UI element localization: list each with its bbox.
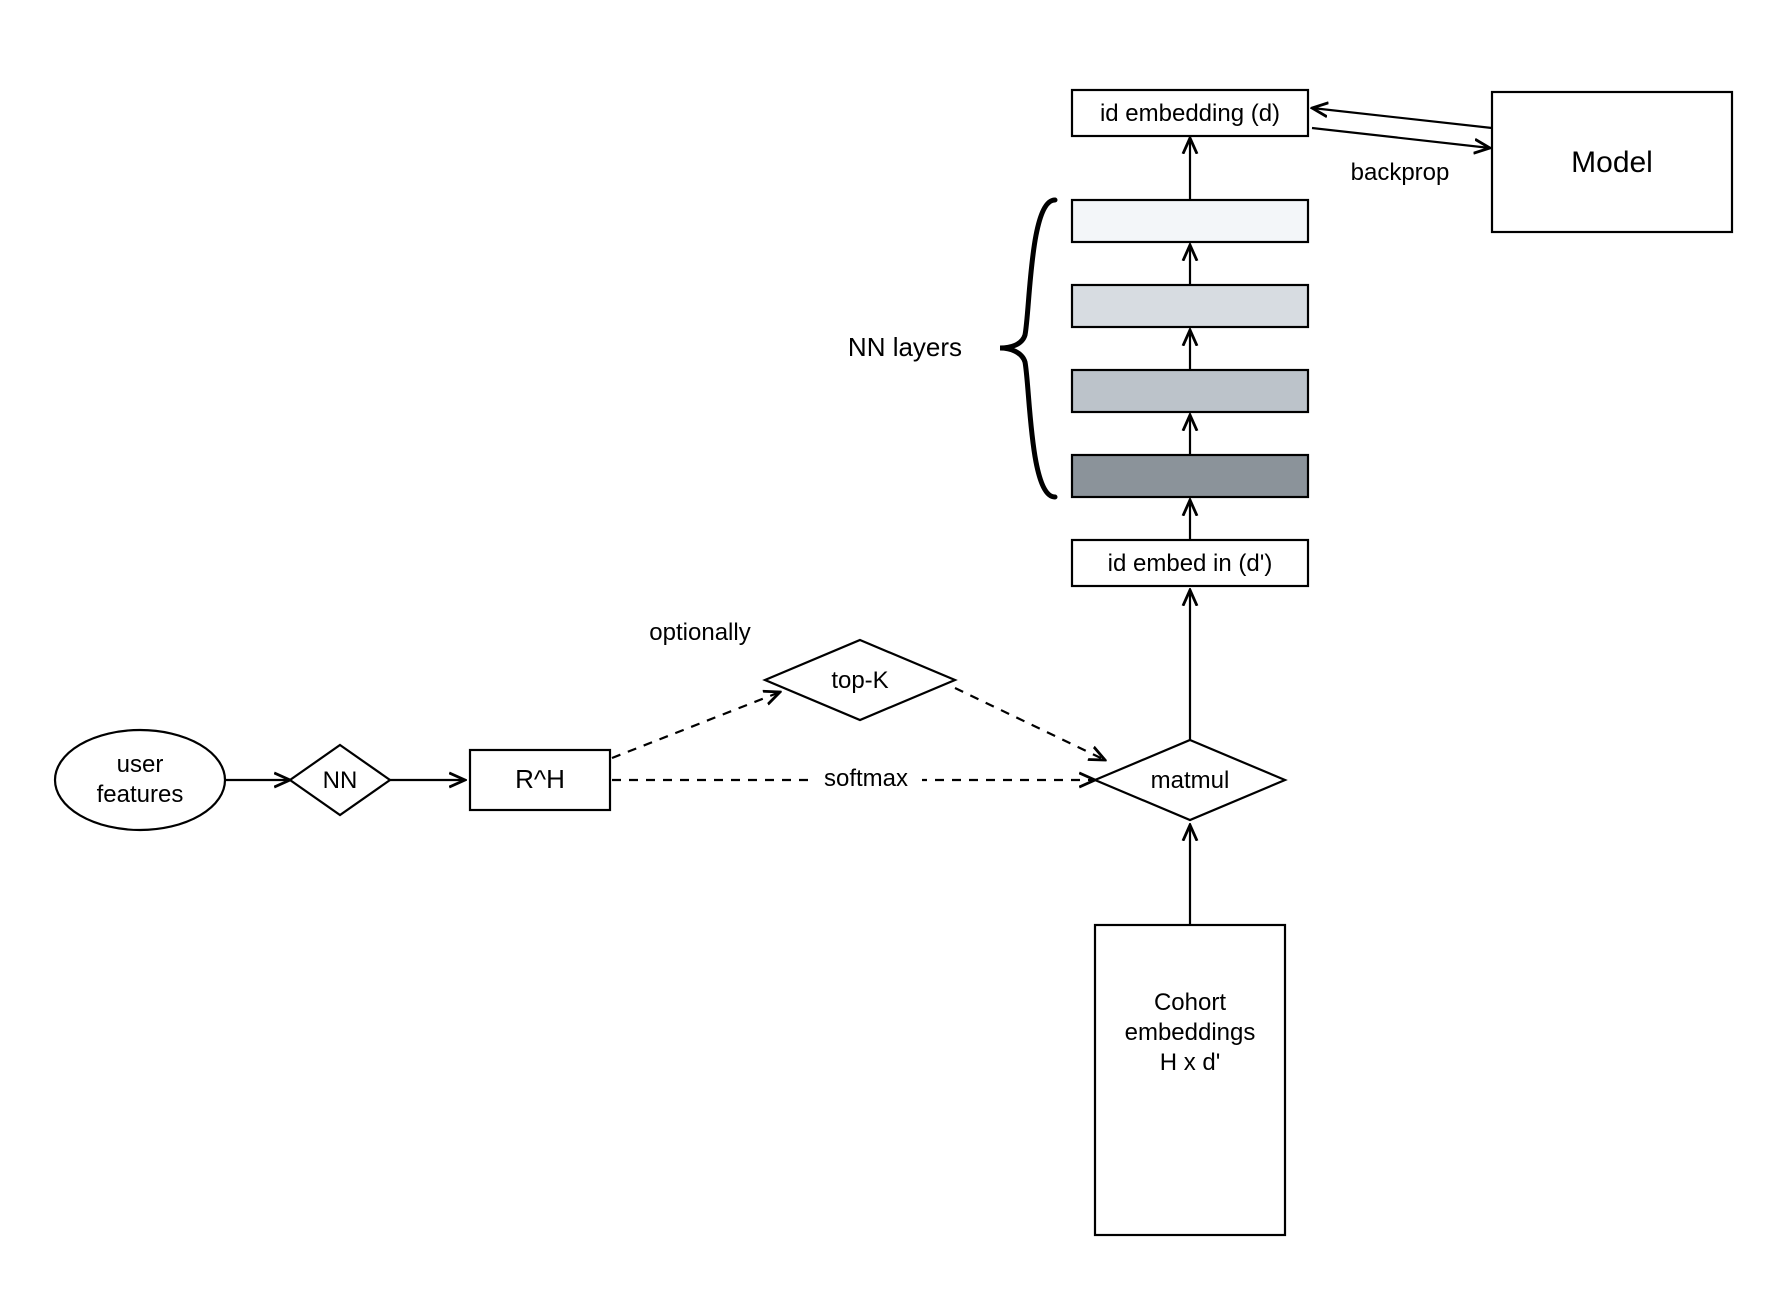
- node-nn: NN: [290, 745, 390, 815]
- node-user-features: userfeatures: [55, 730, 225, 830]
- edge-model-to-embedding: [1312, 108, 1492, 128]
- matmul-label: matmul: [1151, 767, 1230, 794]
- model-label: Model: [1571, 146, 1653, 179]
- nn-layer-2: [1072, 370, 1308, 412]
- optionally-label: optionally: [649, 619, 750, 646]
- edge-topk-matmul: [955, 688, 1105, 760]
- nn-layer-1: [1072, 455, 1308, 497]
- node-matmul: matmul: [1095, 740, 1285, 820]
- node-cohort-embeddings: CohortembeddingsH x d': [1095, 925, 1285, 1235]
- topk-label: top-K: [831, 667, 888, 694]
- node-rh: R^H: [470, 750, 610, 810]
- backprop-label: backprop: [1351, 159, 1450, 186]
- node-topk: top-K: [765, 640, 955, 720]
- nn-label: NN: [323, 767, 358, 794]
- rh-label: R^H: [515, 764, 565, 794]
- node-model: Model: [1492, 92, 1732, 232]
- nn-layer-4: [1072, 200, 1308, 242]
- softmax-label: softmax: [824, 765, 908, 792]
- brace-icon: [1000, 200, 1055, 497]
- edge-embedding-to-model: [1312, 128, 1490, 148]
- id-embed-in-label: id embed in (d'): [1108, 550, 1273, 577]
- node-id-embedding-d: id embedding (d): [1072, 90, 1308, 136]
- edge-rh-topk: [612, 692, 780, 758]
- diagram-canvas: userfeatures NN R^H optionally top-K sof…: [0, 0, 1792, 1288]
- id-embedding-d-label: id embedding (d): [1100, 100, 1280, 127]
- nn-layer-3: [1072, 285, 1308, 327]
- nn-layers-label: NN layers: [848, 332, 962, 362]
- node-id-embed-in: id embed in (d'): [1072, 540, 1308, 586]
